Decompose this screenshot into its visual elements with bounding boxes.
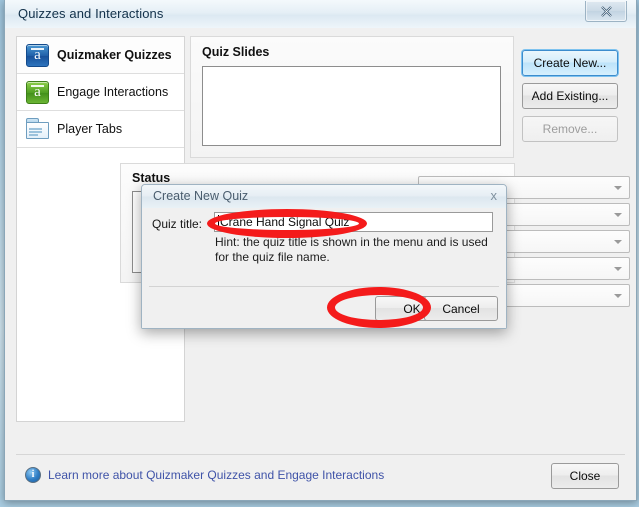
window-titlebar: Quizzes and Interactions [5, 0, 636, 29]
quiz-title-input-value: Crane Hand Signal Quiz [220, 215, 350, 229]
quiz-slides-list[interactable] [202, 66, 501, 146]
chevron-down-icon [614, 186, 622, 190]
quiz-slides-title: Quiz Slides [202, 45, 270, 59]
close-button[interactable]: Close [551, 463, 619, 489]
quiz-title-input[interactable]: Crane Hand Signal Quiz [214, 212, 493, 232]
quizmaker-a-icon: a [26, 44, 49, 67]
chevron-down-icon [614, 294, 622, 298]
sidebar-item-quizmaker-quizzes[interactable]: a Quizmaker Quizzes [17, 37, 184, 74]
sidebar-item-engage-interactions[interactable]: a Engage Interactions [17, 74, 184, 111]
quiz-slides-group: Quiz Slides [190, 36, 514, 158]
sidebar-item-label: Player Tabs [57, 122, 123, 136]
sidebar-item-player-tabs[interactable]: Player Tabs [17, 111, 184, 148]
cancel-button[interactable]: Cancel [424, 296, 498, 321]
status-group-title: Status [132, 171, 171, 185]
close-x-icon [600, 5, 612, 17]
engage-a-icon: a [26, 81, 49, 104]
dialog-close-icon[interactable]: x [491, 189, 498, 202]
window-title: Quizzes and Interactions [18, 6, 164, 21]
desktop-background: Quizzes and Interactions a Quizmaker Qui… [0, 0, 639, 507]
dialog-title: Create New Quiz [153, 189, 249, 203]
info-icon [25, 467, 41, 483]
create-new-button[interactable]: Create New... [522, 50, 618, 76]
remove-button: Remove... [522, 116, 618, 142]
create-new-quiz-dialog: Create New Quiz x Quiz title: Crane Hand… [141, 184, 507, 329]
text-caret [218, 215, 219, 229]
chevron-down-icon [614, 240, 622, 244]
dialog-divider [149, 286, 499, 287]
sidebar-item-label: Quizmaker Quizzes [57, 48, 172, 62]
dialog-titlebar: Create New Quiz x [142, 185, 506, 209]
chevron-down-icon [614, 213, 622, 217]
learn-more-link-label: Learn more about Quizmaker Quizzes and E… [48, 468, 385, 482]
sidebar-item-label: Engage Interactions [57, 85, 169, 99]
player-tab-icon [26, 118, 49, 140]
learn-more-link[interactable]: Learn more about Quizmaker Quizzes and E… [25, 467, 384, 483]
add-existing-button[interactable]: Add Existing... [522, 83, 618, 109]
window-close-button[interactable] [585, 1, 627, 22]
quiz-title-hint: Hint: the quiz title is shown in the men… [215, 235, 488, 264]
footer-divider [16, 454, 625, 455]
quiz-title-label: Quiz title: [152, 217, 203, 231]
chevron-down-icon [614, 267, 622, 271]
dialog-body: Quiz title: Crane Hand Signal Quiz Hint:… [142, 208, 506, 328]
